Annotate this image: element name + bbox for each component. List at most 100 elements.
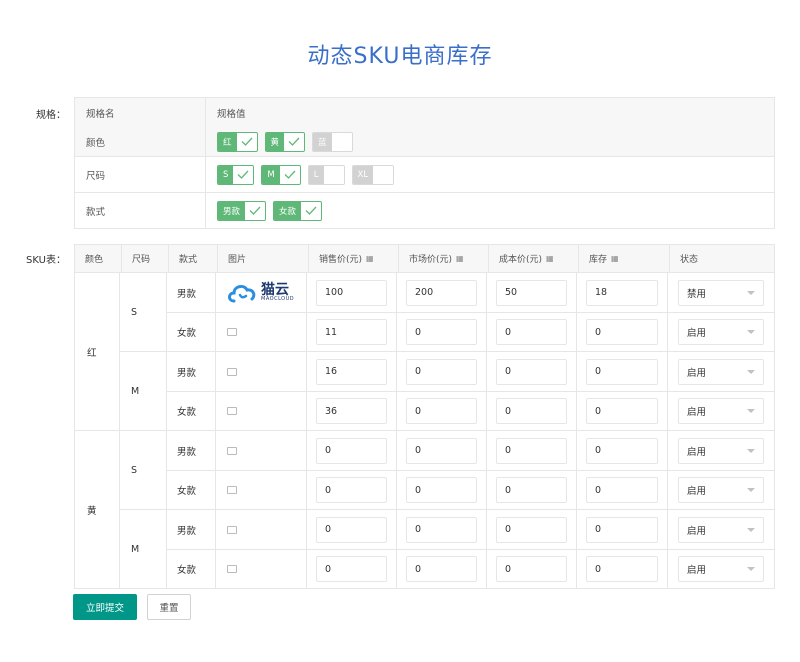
cost-price-input[interactable]: 0 [496, 556, 567, 582]
spec-option-checkbox[interactable]: S [217, 164, 255, 185]
table-row: 女款 11 0 0 0 启用 [167, 312, 774, 351]
market-price-input[interactable]: 0 [406, 437, 477, 464]
price-input[interactable]: 11 [316, 319, 387, 345]
style-cell: 男款 [167, 352, 216, 391]
size-group: M 男款 16 0 0 0 启用 女款 36 0 0 0 启用 [120, 351, 774, 430]
price-input[interactable]: 0 [316, 516, 387, 543]
spec-header-name: 规格名 [75, 98, 206, 127]
batch-edit-icon[interactable]: ▦ [611, 254, 619, 263]
cost-price-input[interactable]: 0 [496, 437, 567, 464]
stock-input[interactable]: 0 [586, 556, 658, 582]
price-input-cell: 36 [307, 392, 397, 430]
reset-button[interactable]: 重置 [147, 594, 191, 620]
cost-price-input-cell: 0 [487, 510, 577, 549]
spec-option-checkbox[interactable]: XL [351, 164, 395, 185]
cost-price-input[interactable]: 0 [496, 319, 567, 345]
stock-input[interactable]: 0 [586, 358, 658, 385]
spec-option-checkbox[interactable]: 红 [217, 131, 258, 152]
status-cell: 启用 [668, 550, 774, 588]
price-input-cell: 0 [307, 510, 397, 549]
check-icon [233, 166, 253, 184]
status-select[interactable]: 启用 [678, 437, 764, 464]
check-icon [280, 166, 300, 184]
image-cell[interactable] [216, 471, 307, 509]
status-value: 启用 [687, 367, 707, 379]
col-status: 状态 [680, 255, 699, 265]
market-price-input[interactable]: 0 [406, 477, 477, 503]
status-cell: 启用 [668, 431, 774, 470]
status-select[interactable]: 启用 [678, 358, 764, 385]
style-cell: 男款 [167, 510, 216, 549]
status-select[interactable]: 启用 [678, 477, 764, 503]
cost-price-input[interactable]: 0 [496, 516, 567, 543]
batch-edit-icon[interactable]: ▦ [456, 254, 464, 263]
market-price-input[interactable]: 0 [406, 556, 477, 582]
chevron-down-icon [747, 330, 755, 334]
image-cell[interactable] [216, 431, 307, 470]
color-cell: 黄 [75, 431, 120, 588]
col-image: 图片 [218, 245, 309, 272]
col-price-label: 销售价(元) [319, 255, 363, 265]
status-value: 启用 [687, 565, 707, 576]
spec-option-checkbox[interactable]: M [261, 164, 301, 185]
table-row: 女款 0 0 0 0 启用 [167, 470, 774, 509]
spec-option-checkbox[interactable]: 蓝 [312, 131, 353, 152]
sku-rows: 男款 0 0 0 0 启用 女款 0 0 0 0 启用 [167, 431, 774, 509]
sku-rows: 男款 16 0 0 0 启用 女款 36 0 0 0 启用 [167, 352, 774, 430]
price-input[interactable]: 0 [316, 437, 387, 464]
stock-input[interactable]: 0 [586, 319, 658, 345]
market-price-input[interactable]: 0 [406, 319, 477, 345]
spec-option-checkbox[interactable]: 女款 [273, 200, 323, 221]
size-group: S 男款 0 0 0 0 启用 女款 0 0 0 0 启用 [120, 431, 774, 509]
status-select[interactable]: 启用 [678, 398, 764, 424]
check-icon [301, 202, 321, 220]
status-select[interactable]: 启用 [678, 319, 764, 345]
cloud-icon [228, 284, 256, 302]
status-select[interactable]: 启用 [678, 516, 764, 543]
market-price-input[interactable]: 0 [406, 358, 477, 385]
spec-option-checkbox[interactable]: 黄 [264, 131, 306, 152]
logo-sub-text: MAOCLOUD [261, 296, 295, 302]
image-cell[interactable] [216, 550, 307, 588]
market-price-input[interactable]: 0 [406, 516, 477, 543]
stock-input[interactable]: 0 [586, 437, 658, 464]
image-cell[interactable] [216, 392, 307, 430]
stock-input[interactable]: 0 [586, 398, 658, 424]
submit-button[interactable]: 立即提交 [73, 594, 137, 620]
sku-label: SKU表： [26, 255, 66, 266]
market-price-input[interactable]: 200 [406, 279, 477, 306]
image-cell[interactable]: 猫云 MAOCLOUD [216, 273, 307, 312]
cost-price-input[interactable]: 50 [496, 279, 567, 306]
image-cell[interactable] [216, 510, 307, 549]
market-price-input-cell: 0 [397, 471, 487, 509]
spec-values: 男款 女款 [206, 193, 774, 228]
price-input[interactable]: 16 [316, 358, 387, 385]
price-input[interactable]: 0 [316, 477, 387, 503]
batch-edit-icon[interactable]: ▦ [366, 254, 374, 263]
batch-edit-icon[interactable]: ▦ [546, 254, 554, 263]
col-style: 款式 [169, 245, 218, 272]
image-cell[interactable] [216, 313, 307, 351]
logo-main-text: 猫云 [261, 282, 289, 298]
cost-price-input[interactable]: 0 [496, 358, 567, 385]
col-market-label: 市场价(元) [409, 255, 453, 265]
price-input[interactable]: 0 [316, 556, 387, 582]
col-stock: 库存 ▦ [579, 245, 670, 272]
image-cell[interactable] [216, 352, 307, 391]
spec-option-checkbox[interactable]: L [307, 164, 345, 185]
spec-table: 规格名 规格值 颜色红 黄 蓝尺码 S M L XL 款式 男款 女款 [74, 97, 775, 229]
stock-input[interactable]: 18 [586, 279, 658, 306]
unchecked-box [323, 165, 344, 184]
price-input[interactable]: 36 [316, 398, 387, 424]
status-select[interactable]: 启用 [678, 556, 764, 582]
spec-option-label: M [262, 165, 280, 184]
market-price-input[interactable]: 0 [406, 398, 477, 424]
cost-price-input[interactable]: 0 [496, 477, 567, 503]
cost-price-input[interactable]: 0 [496, 398, 567, 424]
style-cell: 女款 [167, 392, 216, 430]
price-input[interactable]: 100 [316, 279, 387, 306]
stock-input[interactable]: 0 [586, 516, 658, 543]
stock-input[interactable]: 0 [586, 477, 658, 503]
status-select[interactable]: 禁用 [678, 279, 764, 306]
spec-option-checkbox[interactable]: 男款 [217, 200, 267, 221]
